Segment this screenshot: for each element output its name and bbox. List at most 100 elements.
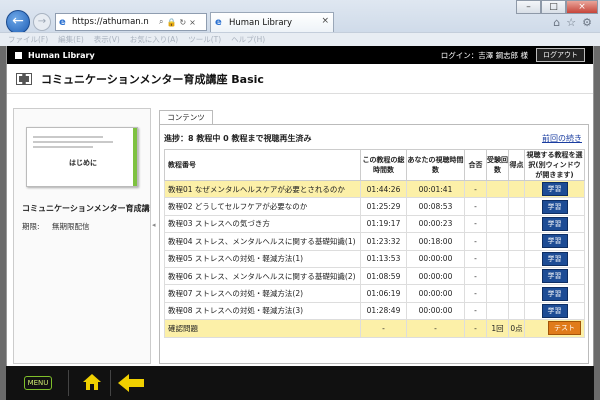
lesson-attempts bbox=[486, 301, 509, 321]
lock-icon[interactable]: 🔒 bbox=[166, 18, 176, 27]
menu-file[interactable]: ファイル(F) bbox=[8, 34, 48, 45]
study-button[interactable]: 学習 bbox=[541, 216, 568, 231]
table-row[interactable]: 教程04 ストレス、メンタルヘルスに関する基礎知識(1) 01:23:32 00… bbox=[164, 232, 585, 251]
toolbar-divider bbox=[68, 370, 69, 396]
table-row[interactable]: 教程05 ストレスへの対処・軽減方法(1) 01:13:53 00:00:00 … bbox=[164, 249, 585, 268]
menu-help[interactable]: ヘルプ(H) bbox=[231, 34, 265, 45]
refresh-icon[interactable]: ↻ bbox=[179, 18, 186, 27]
menu-edit[interactable]: 編集(E) bbox=[58, 34, 84, 45]
lesson-score bbox=[508, 197, 525, 216]
study-button[interactable]: 学習 bbox=[541, 199, 568, 214]
close-button[interactable]: × bbox=[566, 0, 598, 14]
lesson-score bbox=[508, 249, 525, 268]
lesson-name: 教程01 なぜメンタルヘルスケアが必要とされるのか bbox=[164, 179, 361, 199]
table-row[interactable]: 教程07 ストレスへの対処・軽減方法(2) 01:06:19 00:00:00 … bbox=[164, 284, 585, 303]
lesson-score bbox=[508, 214, 525, 234]
lesson-attempts bbox=[486, 266, 509, 286]
thumbnail-accent bbox=[133, 128, 137, 186]
course-info-panel: はじめに コミュニケーションメンター育成講 期限: 無期限配信 bbox=[13, 108, 151, 364]
back-button[interactable]: ← bbox=[6, 10, 30, 34]
course-thumbnail[interactable]: はじめに bbox=[26, 127, 138, 187]
star-icon[interactable]: ☆ bbox=[566, 16, 576, 29]
lesson-select: 学習 bbox=[524, 301, 585, 321]
lesson-name: 教程02 どうしてセルフケアが必要なのか bbox=[164, 197, 361, 216]
study-button[interactable]: 学習 bbox=[541, 269, 568, 284]
lesson-watched: 00:00:00 bbox=[406, 301, 465, 321]
tab-title: Human Library bbox=[229, 17, 293, 28]
brand-icon bbox=[15, 51, 22, 59]
table-row[interactable]: 教程03 ストレスへの気づき方 01:19:17 00:00:23 - 学習 bbox=[164, 214, 585, 234]
lesson-result: - bbox=[464, 232, 487, 251]
thumb-line bbox=[33, 146, 93, 148]
col-total: この教程の総時間数 bbox=[360, 149, 407, 181]
study-button[interactable]: 学習 bbox=[541, 234, 568, 249]
ie-icon: e bbox=[59, 16, 66, 28]
lesson-select: 学習 bbox=[524, 232, 585, 251]
lesson-total: 01:06:19 bbox=[360, 284, 407, 303]
study-button[interactable]: 学習 bbox=[541, 286, 568, 301]
address-bar[interactable]: e https://athuman.n ⌕ 🔒 ↻ × bbox=[55, 13, 207, 31]
menu-favorites[interactable]: お気に入り(A) bbox=[130, 34, 178, 45]
gear-icon[interactable]: ⚙ bbox=[582, 16, 592, 29]
thumbnail-title: はじめに bbox=[69, 159, 97, 167]
minimize-button[interactable]: – bbox=[516, 0, 541, 14]
site-header: Human Library ログイン：吉澤 鋼志郎 様 ログアウト bbox=[7, 46, 593, 64]
quiz-total: - bbox=[360, 319, 407, 338]
col-watched: あなたの視聴時間数 bbox=[406, 149, 465, 181]
lesson-total: 01:44:26 bbox=[360, 179, 407, 199]
contents-panel: 進捗：8 教程中 0 教程まで視聴再生済み 前回の続き 教程番号 この教程の総時… bbox=[159, 124, 589, 364]
tab-contents[interactable]: コンテンツ bbox=[159, 110, 213, 124]
arrow-right-icon: → bbox=[37, 16, 47, 27]
lesson-attempts bbox=[486, 284, 509, 303]
home-icon[interactable]: ⌂ bbox=[553, 16, 560, 29]
resume-link[interactable]: 前回の続き bbox=[542, 133, 582, 144]
lesson-total: 01:28:49 bbox=[360, 301, 407, 321]
lesson-watched: 00:00:23 bbox=[406, 214, 465, 234]
table-row[interactable]: 教程06 ストレス、メンタルヘルスに関する基礎知識(2) 01:08:59 00… bbox=[164, 266, 585, 286]
forward-button[interactable]: → bbox=[33, 13, 51, 31]
col-lesson: 教程番号 bbox=[164, 149, 361, 181]
study-button[interactable]: 学習 bbox=[541, 303, 568, 318]
lesson-result: - bbox=[464, 214, 487, 234]
window-controls: – □ × bbox=[516, 0, 598, 14]
quiz-watched: - bbox=[406, 319, 465, 338]
browser-tools: ⌂ ☆ ⚙ bbox=[553, 16, 592, 29]
lesson-name: 教程03 ストレスへの気づき方 bbox=[164, 214, 361, 234]
lesson-name: 教程05 ストレスへの対処・軽減方法(1) bbox=[164, 249, 361, 268]
menu-tools[interactable]: ツール(T) bbox=[188, 34, 221, 45]
logout-button[interactable]: ログアウト bbox=[536, 48, 585, 62]
study-button[interactable]: 学習 bbox=[541, 182, 568, 197]
table-row[interactable]: 教程02 どうしてセルフケアが必要なのか 01:25:29 00:08:53 -… bbox=[164, 197, 585, 216]
table-row[interactable]: 教程01 なぜメンタルヘルスケアが必要とされるのか 01:44:26 00:01… bbox=[164, 179, 585, 199]
lesson-select: 学習 bbox=[524, 197, 585, 216]
lesson-attempts bbox=[486, 214, 509, 234]
lesson-watched: 00:00:00 bbox=[406, 266, 465, 286]
back-arrow-button[interactable] bbox=[118, 374, 144, 392]
close-icon[interactable]: × bbox=[189, 18, 196, 27]
lesson-score bbox=[508, 232, 525, 251]
test-button[interactable]: テスト bbox=[548, 321, 581, 336]
home-button[interactable] bbox=[82, 372, 102, 392]
table-row[interactable]: 教程08 ストレスへの対処・軽減方法(3) 01:28:49 00:00:00 … bbox=[164, 301, 585, 321]
menu-view[interactable]: 表示(V) bbox=[94, 34, 120, 45]
arrow-left-icon bbox=[118, 374, 144, 392]
tab-close-icon[interactable]: × bbox=[321, 16, 329, 26]
quiz-row[interactable]: 確認問題 - - - 1回 0点 テスト bbox=[164, 319, 585, 338]
course-name: コミュニケーションメンター育成講 bbox=[22, 204, 150, 213]
browser-tab[interactable]: e Human Library × bbox=[210, 12, 334, 32]
ie-icon: e bbox=[215, 17, 222, 28]
lesson-result: - bbox=[464, 179, 487, 199]
quiz-attempts: 1回 bbox=[486, 319, 509, 338]
study-button[interactable]: 学習 bbox=[541, 251, 568, 266]
table-header-row: 教程番号 この教程の総時間数 あなたの視聴時間数 合否 受験回数 得点 視聴する… bbox=[164, 149, 585, 181]
lesson-result: - bbox=[464, 266, 487, 286]
maximize-button[interactable]: □ bbox=[541, 0, 566, 14]
address-text[interactable]: https://athuman.n bbox=[72, 17, 156, 27]
lesson-score bbox=[508, 284, 525, 303]
splitter-handle[interactable]: ◂ bbox=[152, 221, 156, 237]
search-icon[interactable]: ⌕ bbox=[159, 17, 163, 27]
lesson-watched: 00:18:00 bbox=[406, 232, 465, 251]
lesson-name: 教程06 ストレス、メンタルヘルスに関する基礎知識(2) bbox=[164, 266, 361, 286]
menu-button[interactable]: MENU bbox=[24, 376, 52, 390]
arrow-left-icon: ← bbox=[12, 13, 24, 29]
